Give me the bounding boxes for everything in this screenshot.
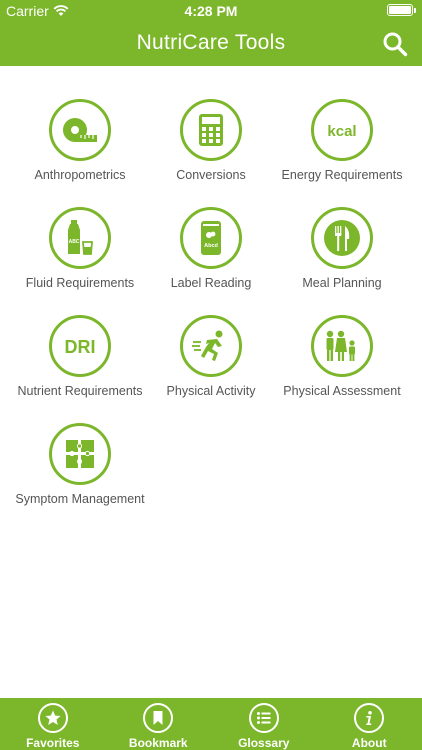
status-bar: Carrier 4:28 PM (0, 0, 422, 22)
tool-label: Label Reading (170, 276, 252, 290)
tool-label: Symptom Management (15, 492, 145, 506)
tab-label: Bookmark (128, 736, 188, 750)
nav-bar: NutriCare Tools (0, 22, 422, 66)
battery-icon (387, 4, 416, 16)
search-icon[interactable] (382, 31, 408, 57)
tool-fluid-requirements[interactable]: ABC Fluid Requirements (10, 207, 150, 292)
bookmark-icon (143, 703, 174, 733)
tool-label: Fluid Requirements (25, 276, 135, 290)
puzzle-icon (66, 440, 94, 468)
dri-icon: DRI (65, 337, 96, 357)
running-person-icon (192, 330, 223, 361)
tab-label: About (351, 736, 387, 750)
tool-physical-assessment[interactable]: Physical Assessment (272, 315, 412, 400)
svg-text:ABC: ABC (69, 239, 80, 245)
tool-label-reading[interactable]: Abcd Label Reading (141, 207, 281, 292)
tool-energy-requirements[interactable]: kcal Energy Requirements (272, 99, 412, 184)
tool-conversions[interactable]: Conversions (141, 99, 281, 184)
family-icon (326, 330, 355, 361)
tool-label: Nutrient Requirements (17, 384, 143, 398)
info-icon (354, 703, 385, 733)
list-icon (248, 703, 279, 733)
tab-label: Glossary (238, 736, 290, 750)
tool-physical-activity[interactable]: Physical Activity (141, 315, 281, 400)
tab-bar: Favorites Bookmark Glossary About (0, 698, 422, 750)
star-icon (37, 703, 68, 733)
tool-label: Meal Planning (302, 276, 382, 290)
svg-text:Abcd: Abcd (204, 243, 218, 249)
tool-nutrient-requirements[interactable]: DRI Nutrient Requirements (10, 315, 150, 400)
status-time: 4:28 PM (184, 3, 238, 19)
tool-label: Anthropometrics (34, 168, 126, 182)
can-label-icon: Abcd (201, 221, 221, 255)
tab-favorites[interactable]: Favorites (0, 698, 106, 750)
tool-label: Conversions (176, 168, 246, 182)
tool-anthropometrics[interactable]: Anthropometrics (10, 99, 150, 184)
tab-bookmark[interactable]: Bookmark (106, 698, 212, 750)
tool-symptom-management[interactable]: Symptom Management (10, 423, 150, 508)
page-title: NutriCare Tools (136, 31, 286, 54)
svg-text:kcal: kcal (327, 123, 356, 140)
tool-label: Energy Requirements (281, 168, 403, 182)
tool-meal-planning[interactable]: Meal Planning (272, 207, 412, 292)
bottle-glass-icon: ABC (68, 220, 93, 255)
calculator-icon (199, 114, 223, 146)
kcal-icon: kcal (327, 123, 356, 140)
tool-label: Physical Activity (166, 384, 256, 398)
tab-about[interactable]: About (317, 698, 422, 750)
tool-label: Physical Assessment (283, 384, 401, 398)
tape-measure-icon (63, 118, 97, 142)
svg-text:DRI: DRI (65, 337, 96, 357)
tab-glossary[interactable]: Glossary (211, 698, 317, 750)
plate-fork-knife-icon (324, 220, 360, 256)
tab-label: Favorites (26, 736, 80, 750)
